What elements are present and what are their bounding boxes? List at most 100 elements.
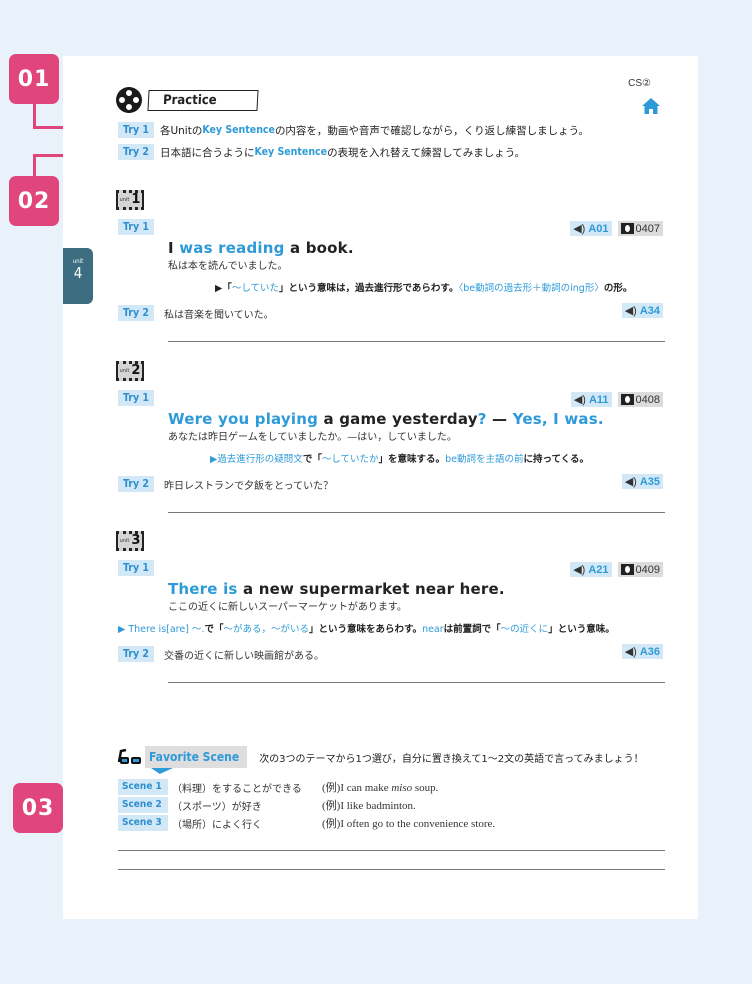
sentence-part: There is bbox=[168, 580, 238, 598]
video-code: 0409 bbox=[635, 563, 660, 576]
scene-example: (例)I can make miso soup. bbox=[322, 779, 438, 795]
audio-button[interactable]: ◀) A34 bbox=[621, 303, 663, 318]
grammar-note: ▶ There is[are] ～.で「～がある，～がいる」という意味をあらわす… bbox=[118, 621, 615, 635]
note-part: ▶「 bbox=[215, 283, 232, 294]
speaker-icon: ◀) bbox=[573, 564, 586, 576]
unit-icon-label: unit bbox=[119, 197, 130, 203]
note-part: の形。 bbox=[603, 283, 633, 294]
scene-example: (例)I often go to the convenience store. bbox=[322, 815, 495, 831]
video-button[interactable]: 0408 bbox=[617, 392, 663, 407]
scene-tag: Scene 1 bbox=[118, 779, 168, 795]
try1-tag: Try 1 bbox=[118, 219, 154, 235]
grammar-note: ▶過去進行形の疑問文で「～していたか」を意味する。be動詞を主語の前に持ってくる… bbox=[210, 451, 589, 465]
unit-3-film-icon: unit 3 bbox=[116, 531, 144, 551]
intro-text-pre: 各Unitの bbox=[159, 124, 203, 137]
scene-row: Scene 1 （料理）をすることができる (例)I can make miso… bbox=[118, 779, 438, 795]
callout-02: 02 bbox=[9, 176, 59, 226]
media-row: ◀) A11 0408 bbox=[570, 392, 663, 407]
cs-label: CS② bbox=[628, 78, 651, 89]
scene-theme: （場所）によく行く bbox=[172, 819, 262, 831]
sentence-part: Were you playing bbox=[168, 410, 319, 428]
audio-code: A36 bbox=[639, 645, 660, 658]
try2-tag: Try 2 bbox=[118, 144, 154, 160]
note-part: 」を意味する。 bbox=[378, 454, 446, 465]
grammar-note: ▶「～していた」という意味は，過去進行形であらわす。〈be動詞の過去形＋動詞のi… bbox=[215, 280, 632, 294]
try2-media: ◀) A35 bbox=[621, 474, 663, 489]
sentence-part: ? bbox=[477, 410, 487, 428]
3d-glasses-icon bbox=[117, 748, 141, 764]
note-part: 」という意味をあらわす。 bbox=[309, 624, 423, 635]
speaker-icon: ◀) bbox=[624, 646, 637, 658]
sentence-part: — bbox=[486, 410, 513, 428]
answer-line bbox=[168, 341, 665, 342]
audio-button[interactable]: ◀) A21 bbox=[570, 562, 612, 577]
audio-button[interactable]: ◀) A36 bbox=[621, 644, 663, 659]
audio-code: A35 bbox=[639, 475, 660, 488]
intro-try1: Try 1 各Unitの Key Sentence の内容を，動画や音声で確認し… bbox=[118, 122, 589, 138]
speaker-icon: ◀) bbox=[624, 305, 637, 317]
note-part: に持ってくる。 bbox=[523, 454, 590, 465]
note-part: ～していた bbox=[231, 283, 280, 294]
note-part: 〈be動詞の過去形＋動詞のing形〉 bbox=[458, 283, 604, 294]
video-code: 0407 bbox=[635, 222, 660, 235]
intro-text-pre: 日本語に合うように bbox=[159, 146, 255, 159]
sentence-part: a book. bbox=[284, 239, 354, 257]
audio-button[interactable]: ◀) A35 bbox=[621, 474, 663, 489]
favorite-scene-description: 次の3つのテーマから1つ選び，自分に置き換えて1～2文の英語で言ってみましょう！ bbox=[259, 753, 644, 765]
audio-code: A01 bbox=[588, 222, 609, 235]
key-sentence: I was reading a book. bbox=[168, 239, 354, 257]
scene-theme: （料理）をすることができる bbox=[172, 783, 302, 795]
video-icon bbox=[620, 564, 634, 575]
translation: あなたは昨日ゲームをしていましたか。—はい，していました。 bbox=[168, 432, 457, 443]
note-part: ～の近くに bbox=[500, 624, 549, 635]
example-text: (例)I like badminton. bbox=[322, 800, 416, 812]
video-code: 0408 bbox=[635, 393, 660, 406]
video-icon bbox=[620, 394, 634, 405]
answer-line bbox=[168, 512, 665, 513]
try2-prompt: 交番の近くに新しい映画館がある。 bbox=[163, 650, 324, 662]
practice-header: Practice bbox=[116, 87, 259, 113]
answer-line bbox=[118, 850, 665, 851]
scene-tag: Scene 3 bbox=[118, 815, 168, 831]
try2-row: Try 2 昨日レストランで夕飯をとっていた？ bbox=[118, 476, 333, 492]
try2-prompt: 私は音楽を聞いていた。 bbox=[163, 309, 274, 321]
try1-tag: Try 1 bbox=[118, 560, 154, 576]
audio-code: A34 bbox=[639, 304, 660, 317]
home-icon[interactable] bbox=[642, 98, 660, 114]
film-reel-icon bbox=[116, 87, 142, 113]
audio-code: A21 bbox=[588, 563, 609, 576]
note-part: 」という意味。 bbox=[548, 624, 615, 635]
sentence-part: a new supermarket near here. bbox=[237, 580, 505, 598]
example-italic: miso bbox=[391, 782, 413, 794]
video-button[interactable]: 0407 bbox=[617, 221, 663, 236]
intro-try2: Try 2 日本語に合うように Key Sentence の表現を入れ替えて練習… bbox=[118, 144, 525, 160]
media-row: ◀) A01 0407 bbox=[570, 221, 663, 236]
try2-tag: Try 2 bbox=[118, 646, 154, 662]
unit-1-film-icon: unit 1 bbox=[116, 190, 144, 210]
callout-01: 01 bbox=[9, 54, 59, 104]
unit-icon-number: 3 bbox=[131, 533, 141, 548]
try2-media: ◀) A34 bbox=[621, 303, 663, 318]
note-part: は前置詞で「 bbox=[443, 624, 501, 635]
translation: ここの近くに新しいスーパーマーケットがあります。 bbox=[168, 602, 407, 613]
audio-code: A11 bbox=[588, 393, 609, 406]
try2-row: Try 2 交番の近くに新しい映画館がある。 bbox=[118, 646, 324, 662]
scene-row: Scene 3 （場所）によく行く (例)I often go to the c… bbox=[118, 815, 495, 831]
scene-tag: Scene 2 bbox=[118, 797, 168, 813]
page: CS② Practice Try 1 各Unitの Key Sentence の… bbox=[63, 56, 698, 919]
video-button[interactable]: 0409 bbox=[617, 562, 663, 577]
note-part: be動詞を主語の前 bbox=[445, 454, 524, 465]
unit-tab[interactable]: unit 4 bbox=[63, 248, 93, 304]
try2-media: ◀) A36 bbox=[621, 644, 663, 659]
video-icon bbox=[620, 223, 634, 234]
try1-tag: Try 1 bbox=[118, 122, 154, 138]
audio-button[interactable]: ◀) A11 bbox=[570, 392, 612, 407]
intro-text-post: の内容を，動画や音声で確認しながら，くり返し練習しましょう。 bbox=[274, 124, 589, 137]
sentence-part: a game yesterday bbox=[318, 410, 478, 428]
audio-button[interactable]: ◀) A01 bbox=[570, 221, 612, 236]
unit-icon-label: unit bbox=[119, 368, 130, 374]
scene-theme: （スポーツ）が好き bbox=[172, 801, 262, 813]
example-text: (例)I can make bbox=[322, 782, 392, 794]
favorite-scene-title: Favorite Scene bbox=[145, 746, 248, 768]
unit-icon-number: 2 bbox=[131, 363, 141, 378]
